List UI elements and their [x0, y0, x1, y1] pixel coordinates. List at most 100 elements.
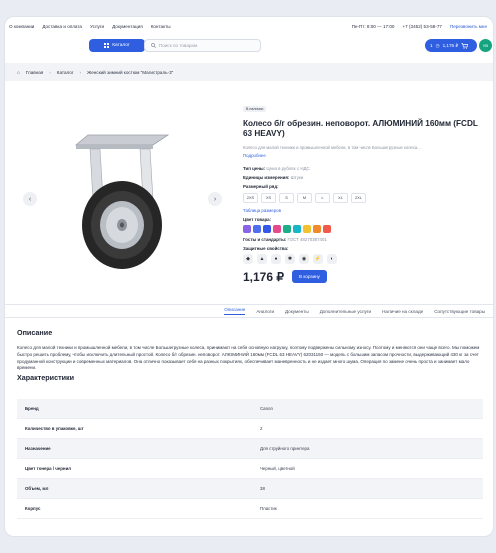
- size-option[interactable]: M: [297, 192, 312, 203]
- gallery-next-button[interactable]: ›: [208, 192, 222, 206]
- color-swatch[interactable]: [303, 224, 311, 233]
- top-link-about[interactable]: О компании: [9, 24, 34, 29]
- table-row: Количество в упаковке, шт 2: [17, 419, 483, 439]
- tab-stock[interactable]: Наличие на складе: [382, 309, 423, 314]
- size-table-link[interactable]: Таблица размеров: [243, 208, 488, 213]
- tab-documents[interactable]: Документы: [285, 309, 309, 314]
- cart-button[interactable]: 1 ◷ 1,176 ₽: [425, 39, 477, 52]
- shield-icon[interactable]: ◆: [243, 253, 253, 264]
- breadcrumb-home[interactable]: Главная: [26, 70, 43, 75]
- product-info: В наличии Колесо б/г обрезин. неповорот.…: [243, 97, 488, 284]
- catalog-label: Каталог: [112, 43, 130, 48]
- price-type-row: Тип цены: Цена в рублях с НДС: [243, 166, 488, 171]
- cart-total: 1,176 ₽: [442, 42, 459, 48]
- tab-description[interactable]: Описание: [224, 307, 246, 315]
- tab-related[interactable]: Сопутствующие товары: [434, 309, 485, 314]
- size-option[interactable]: S: [279, 192, 294, 203]
- size-option[interactable]: 2XL: [351, 192, 366, 203]
- table-row: Объем, мл 38: [17, 479, 483, 499]
- spec-key: Бренд: [25, 406, 39, 411]
- spec-key: Назначение: [25, 446, 51, 451]
- table-row: Цвет тонера / чернил Черный, цветной: [17, 459, 483, 479]
- specs-title: Характеристики: [17, 373, 75, 382]
- size-option[interactable]: 2XS: [243, 192, 258, 203]
- color-swatch[interactable]: [253, 224, 261, 233]
- product-short-description: Колесо для малой техники и промышленной …: [243, 145, 421, 150]
- gallery-prev-button[interactable]: ‹: [23, 192, 37, 206]
- search-input[interactable]: Поиск по товарам: [144, 39, 261, 52]
- top-link-delivery[interactable]: Доставка и оплата: [42, 24, 82, 29]
- color-swatch[interactable]: [313, 224, 321, 233]
- table-row: Корпус Пластик: [17, 499, 483, 519]
- top-bar-right: Пн-Пт: 8:00 — 17:00 +7 (3452) 53-58-77 П…: [352, 24, 487, 29]
- breadcrumb-separator: ›: [79, 69, 82, 75]
- size-selector: 2XS XS S M L XL 2XL: [243, 192, 488, 203]
- chevron-left-icon: ‹: [28, 195, 32, 203]
- table-row: Назначение Для струйного принтера: [17, 439, 483, 459]
- spec-value: 38: [260, 486, 265, 491]
- tab-extra-services[interactable]: Дополнительные услуги: [320, 309, 371, 314]
- color-swatch[interactable]: [323, 224, 331, 233]
- color-swatch[interactable]: [273, 224, 281, 233]
- catalog-button[interactable]: Каталог: [89, 39, 145, 52]
- product-gallery: ‹ ›: [23, 97, 235, 302]
- table-row: Бренд Canon: [17, 399, 483, 419]
- protective-props: ◆ ▲ ● ✱ ◉ ⚡ ◐: [243, 253, 488, 264]
- top-link-services[interactable]: Услуги: [90, 24, 104, 29]
- breadcrumb-catalog[interactable]: Каталог: [57, 70, 74, 75]
- gost-row: Госты и стандарты: ГОСТ 48270387401: [243, 237, 488, 242]
- add-to-cart-button[interactable]: В корзину: [292, 270, 327, 283]
- tab-analogs[interactable]: Аналоги: [256, 309, 274, 314]
- product-title: Колесо б/г обрезин. неповорот. АЛЮМИНИЙ …: [243, 119, 478, 138]
- gost-label: Госты и стандарты:: [243, 236, 287, 242]
- top-nav: О компании Доставка и оплата Услуги Доку…: [9, 24, 171, 29]
- cart-count: 1: [430, 43, 433, 48]
- callback-link[interactable]: Перезвонить мне: [450, 24, 487, 29]
- spec-key: Объем, мл: [25, 486, 49, 491]
- color-swatch[interactable]: [283, 224, 291, 233]
- search-placeholder: Поиск по товарам: [159, 43, 198, 48]
- cold-icon[interactable]: ✱: [285, 253, 295, 264]
- color-swatches: [243, 224, 488, 233]
- size-option[interactable]: XS: [261, 192, 276, 203]
- spec-key: Количество в упаковке, шт: [25, 426, 84, 431]
- props-row: Защитные свойства:: [243, 246, 488, 251]
- home-icon[interactable]: ⌂: [17, 70, 20, 75]
- top-link-docs[interactable]: Документация: [112, 24, 143, 29]
- acid-icon[interactable]: ◐: [327, 253, 337, 264]
- more-link[interactable]: Подробнее: [243, 153, 488, 158]
- breadcrumb-current: Женский зимний костюм "Магистраль-3": [87, 69, 174, 75]
- color-swatch[interactable]: [293, 224, 301, 233]
- app-window: О компании Доставка и оплата Услуги Доку…: [4, 16, 494, 537]
- gost-value: ГОСТ 48270387401: [287, 236, 327, 242]
- color-swatch[interactable]: [263, 224, 271, 233]
- size-option[interactable]: XL: [333, 192, 348, 203]
- dust-icon[interactable]: ◉: [299, 253, 309, 264]
- props-label: Защитные свойства:: [243, 245, 289, 251]
- flame-icon[interactable]: ▲: [257, 253, 267, 264]
- clock-icon: ◷: [435, 42, 440, 48]
- product-image: [74, 134, 170, 269]
- product-price: 1,176 ₽: [243, 269, 284, 284]
- search-icon: [151, 43, 156, 48]
- top-link-contacts[interactable]: Контакты: [151, 24, 171, 29]
- phone-number[interactable]: +7 (3452) 53-58-77: [402, 24, 441, 29]
- drop-icon[interactable]: ●: [271, 253, 281, 264]
- description-text: Колесо для малой техники и промышленной …: [17, 345, 480, 371]
- unit-row: Единицы измерения: Штуки: [243, 175, 488, 180]
- top-bar: О компании Доставка и оплата Услуги Доку…: [5, 17, 493, 35]
- size-option[interactable]: L: [315, 192, 330, 203]
- work-hours: Пн-Пт: 8:00 — 17:00: [351, 23, 395, 29]
- spec-value: Пластик: [260, 506, 277, 511]
- spec-key: Корпус: [25, 506, 41, 511]
- color-label: Цвет товара:: [243, 216, 272, 222]
- color-swatch[interactable]: [243, 224, 251, 233]
- avatar[interactable]: УВ: [479, 39, 492, 52]
- spec-value: 2: [260, 426, 263, 431]
- unit-value: Штуки: [290, 174, 304, 180]
- grid-icon: [104, 43, 110, 48]
- price-type-label: Тип цены:: [243, 165, 266, 171]
- shock-icon[interactable]: ⚡: [313, 253, 323, 264]
- stock-badge: В наличии: [243, 106, 267, 112]
- spec-value: Для струйного принтера: [260, 446, 310, 451]
